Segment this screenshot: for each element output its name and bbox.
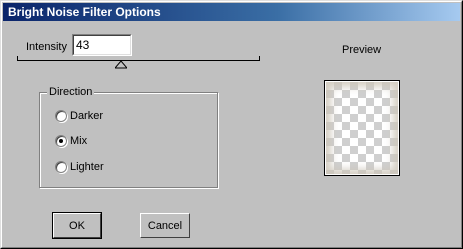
- radio-button[interactable]: [55, 110, 67, 122]
- ok-button-label: OK: [69, 220, 85, 232]
- cancel-button[interactable]: Cancel: [140, 213, 190, 238]
- slider-track: [17, 60, 260, 61]
- ok-button[interactable]: OK: [52, 212, 102, 239]
- title-bar[interactable]: Bright Noise Filter Options: [3, 3, 460, 21]
- radio-label: Lighter: [70, 161, 104, 173]
- slider-thumb[interactable]: [115, 61, 127, 69]
- dialog-window: Bright Noise Filter Options Intensity 43…: [0, 0, 463, 249]
- radio-button[interactable]: [55, 135, 67, 147]
- preview-label: Preview: [342, 44, 382, 56]
- cancel-button-label: Cancel: [147, 220, 183, 232]
- radio-selected-dot: [59, 139, 63, 143]
- slider-track-start: [17, 56, 18, 61]
- direction-group-label: Direction: [47, 86, 95, 99]
- radio-label: Mix: [70, 135, 88, 147]
- intensity-label: Intensity: [26, 41, 67, 53]
- radio-button[interactable]: [55, 161, 67, 173]
- radio-label: Darker: [70, 110, 104, 122]
- preview-image: [324, 80, 400, 176]
- window-title: Bright Noise Filter Options: [8, 5, 161, 19]
- intensity-value: 43: [76, 38, 90, 52]
- intensity-input[interactable]: 43: [72, 34, 132, 56]
- slider-track-end: [259, 56, 260, 61]
- noise-effect-border: [326, 82, 398, 174]
- intensity-slider[interactable]: [17, 56, 260, 72]
